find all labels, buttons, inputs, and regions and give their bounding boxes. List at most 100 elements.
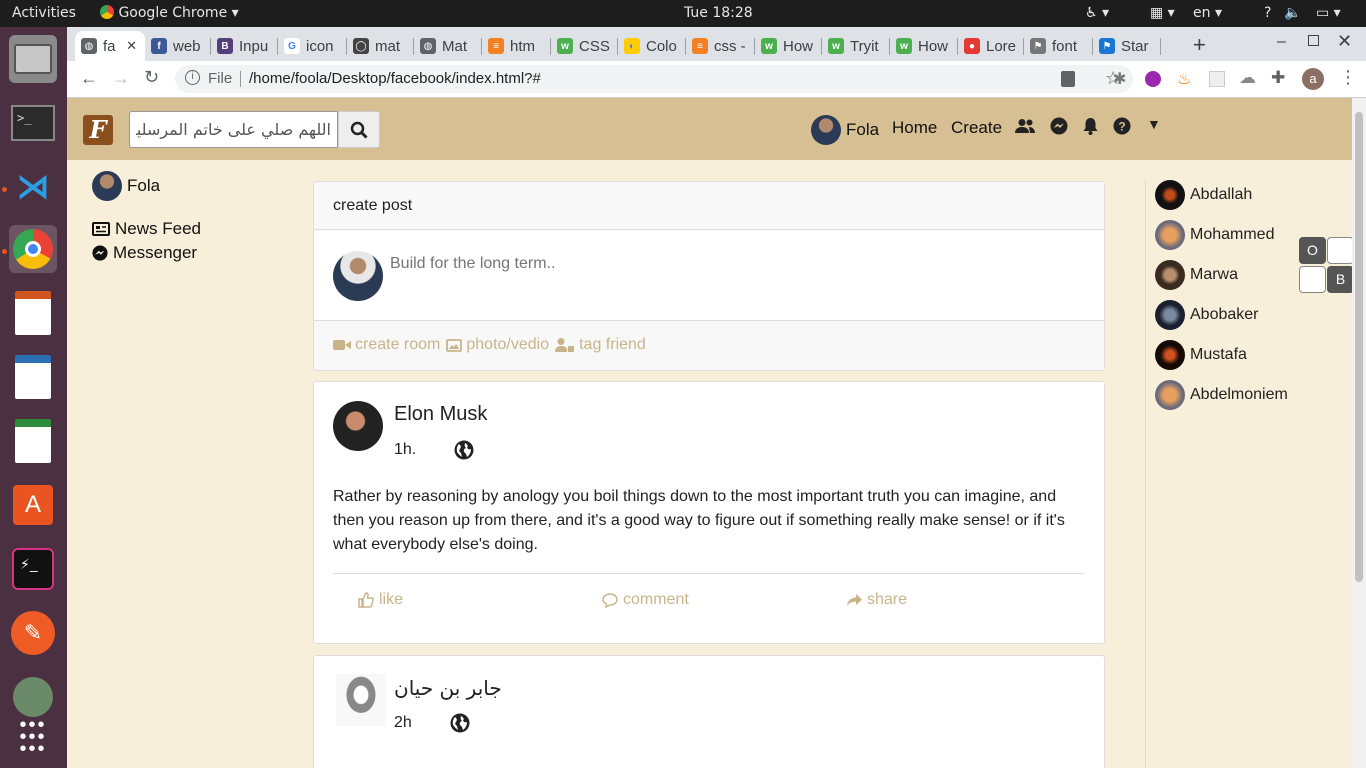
writer-icon[interactable]	[9, 353, 57, 401]
tag-friend-button[interactable]: tag friend	[555, 336, 646, 354]
tab-8[interactable]: ◐ Colo	[618, 31, 686, 61]
profile-avatar[interactable]: a	[1302, 68, 1324, 90]
page-scrollbar[interactable]	[1352, 98, 1366, 768]
avatar[interactable]	[336, 674, 386, 726]
extension-bug-icon[interactable]: ✱	[1113, 69, 1126, 89]
caret-down-icon[interactable]: ▼	[1147, 116, 1161, 132]
contact-item[interactable]: Abdelmoniem	[1155, 380, 1288, 410]
bell-icon[interactable]	[1083, 117, 1098, 135]
nav-profile[interactable]: Fola	[811, 115, 879, 145]
tab-favicon-icon: ●	[964, 38, 980, 54]
app-menu[interactable]: Google Chrome ▾	[100, 5, 239, 21]
messenger-icon[interactable]	[1050, 117, 1068, 135]
contact-item[interactable]: Abobaker	[1155, 300, 1259, 330]
tab-3[interactable]: Gicon	[278, 31, 347, 61]
extension-purple-icon[interactable]	[1145, 71, 1161, 87]
share-button[interactable]: share	[846, 591, 907, 609]
svg-text:?: ?	[1118, 120, 1125, 134]
help-circle-icon[interactable]: ?	[1113, 117, 1131, 135]
chrome-icon[interactable]	[9, 225, 57, 273]
workspace-grid-icon[interactable]: ▦ ▾	[1150, 5, 1175, 21]
show-apps-icon[interactable]: ••• ••• •••	[9, 713, 57, 761]
tab-favicon-icon: ◐	[624, 38, 640, 54]
tab-10[interactable]: w How	[755, 31, 822, 61]
contact-item[interactable]: Abdallah	[1155, 180, 1252, 210]
extension-grid-icon[interactable]	[1209, 71, 1225, 87]
accessibility-icon[interactable]: ♿ ▾	[1085, 5, 1109, 21]
minimize-button[interactable]: –	[1277, 33, 1286, 51]
extension-cloud-icon[interactable]: ☁	[1239, 68, 1256, 88]
hyper-terminal-icon[interactable]: ⚡_	[9, 545, 57, 593]
new-tab-button[interactable]: +	[1193, 32, 1206, 58]
forward-button[interactable]: →	[112, 68, 130, 89]
tab-11[interactable]: w Tryit	[822, 31, 890, 61]
avatar[interactable]	[333, 401, 383, 451]
like-button[interactable]: like	[358, 591, 403, 609]
sidebar-item-messenger[interactable]: Messenger	[92, 243, 197, 263]
battery-icon[interactable]: ▭ ▾	[1316, 5, 1341, 21]
url-text[interactable]: /home/foola/Desktop/facebook/index.html?…	[249, 70, 541, 87]
floating-button-blank[interactable]	[1327, 237, 1352, 264]
search-input[interactable]	[129, 111, 338, 148]
extension-fire-icon[interactable]: ♨	[1177, 69, 1191, 89]
tab-9[interactable]: ≡ css -	[686, 31, 755, 61]
tab-5[interactable]: ◍ Mat	[414, 31, 482, 61]
nav-create-link[interactable]: Create	[951, 118, 1002, 138]
post-time[interactable]: 2h	[394, 714, 412, 732]
language-indicator[interactable]: en ▾	[1193, 5, 1222, 21]
floating-button-o[interactable]: O	[1299, 237, 1326, 264]
extensions-puzzle-icon[interactable]: ✚	[1271, 68, 1285, 88]
extension-shield-icon[interactable]	[1061, 71, 1075, 87]
tab-1[interactable]: f web	[145, 31, 211, 61]
floating-button-blank[interactable]	[1299, 266, 1326, 293]
tab-4[interactable]: ◯ mat	[347, 31, 414, 61]
terminal-icon[interactable]: >_	[9, 99, 57, 147]
post-input[interactable]	[384, 252, 1084, 292]
tab-13[interactable]: ● Lore	[958, 31, 1024, 61]
help-icon[interactable]: ?	[1264, 5, 1271, 21]
postman-icon[interactable]: ✎	[9, 609, 57, 657]
tab-6[interactable]: ≡ htm	[482, 31, 551, 61]
menu-kebab-icon[interactable]: ⋮	[1339, 67, 1357, 88]
post-actions: create room photo/vedio tag friend	[333, 336, 646, 354]
messenger-icon	[92, 245, 108, 261]
software-center-icon[interactable]: A	[9, 481, 57, 529]
create-room-button[interactable]: create room	[333, 336, 440, 354]
post-author[interactable]: جابر بن حيان	[394, 676, 502, 700]
nav-home-link[interactable]: Home	[892, 118, 937, 138]
contact-item[interactable]: Mohammed	[1155, 220, 1274, 250]
maximize-button[interactable]	[1308, 35, 1319, 46]
comment-button[interactable]: comment	[602, 591, 689, 609]
close-window-button[interactable]: ✕	[1337, 31, 1352, 52]
tab-14[interactable]: ⚑ font	[1024, 31, 1093, 61]
tab-7[interactable]: w CSS	[551, 31, 618, 61]
tab-close-icon[interactable]: ✕	[126, 38, 137, 54]
contact-item[interactable]: Marwa	[1155, 260, 1238, 290]
floating-button-b[interactable]: B	[1327, 266, 1352, 293]
tab-2[interactable]: B Inpu	[211, 31, 278, 61]
contact-item[interactable]: Mustafa	[1155, 340, 1247, 370]
contact-name: Marwa	[1190, 266, 1239, 283]
files-icon[interactable]	[9, 35, 57, 83]
address-bar[interactable]: i File /home/foola/Desktop/facebook/inde…	[175, 65, 1133, 93]
sidebar-profile[interactable]: Fola	[92, 171, 160, 201]
search-button[interactable]	[338, 111, 380, 148]
network-icon[interactable]: 🔈	[1284, 5, 1301, 21]
post-author[interactable]: Elon Musk	[394, 403, 487, 426]
post-time[interactable]: 1h.	[394, 441, 416, 459]
vscode-icon[interactable]: ⋊	[9, 163, 57, 211]
photo-video-button[interactable]: photo/vedio	[446, 336, 549, 354]
tab-12[interactable]: w How	[890, 31, 958, 61]
site-logo[interactable]: F	[83, 115, 113, 145]
tab-0[interactable]: ◍ fa ✕	[75, 31, 145, 61]
impress-icon[interactable]	[9, 289, 57, 337]
friends-icon[interactable]	[1015, 118, 1035, 134]
calc-icon[interactable]	[9, 417, 57, 465]
clock[interactable]: Tue 18:28	[684, 5, 753, 21]
back-button[interactable]: ←	[80, 68, 98, 89]
activities-button[interactable]: Activities	[12, 5, 76, 21]
reload-button[interactable]: ↻	[144, 67, 159, 88]
tab-favicon-icon: ◯	[353, 38, 369, 54]
sidebar-item-news-feed[interactable]: News Feed	[92, 219, 201, 239]
tab-15[interactable]: ⚑ Star	[1093, 31, 1161, 61]
